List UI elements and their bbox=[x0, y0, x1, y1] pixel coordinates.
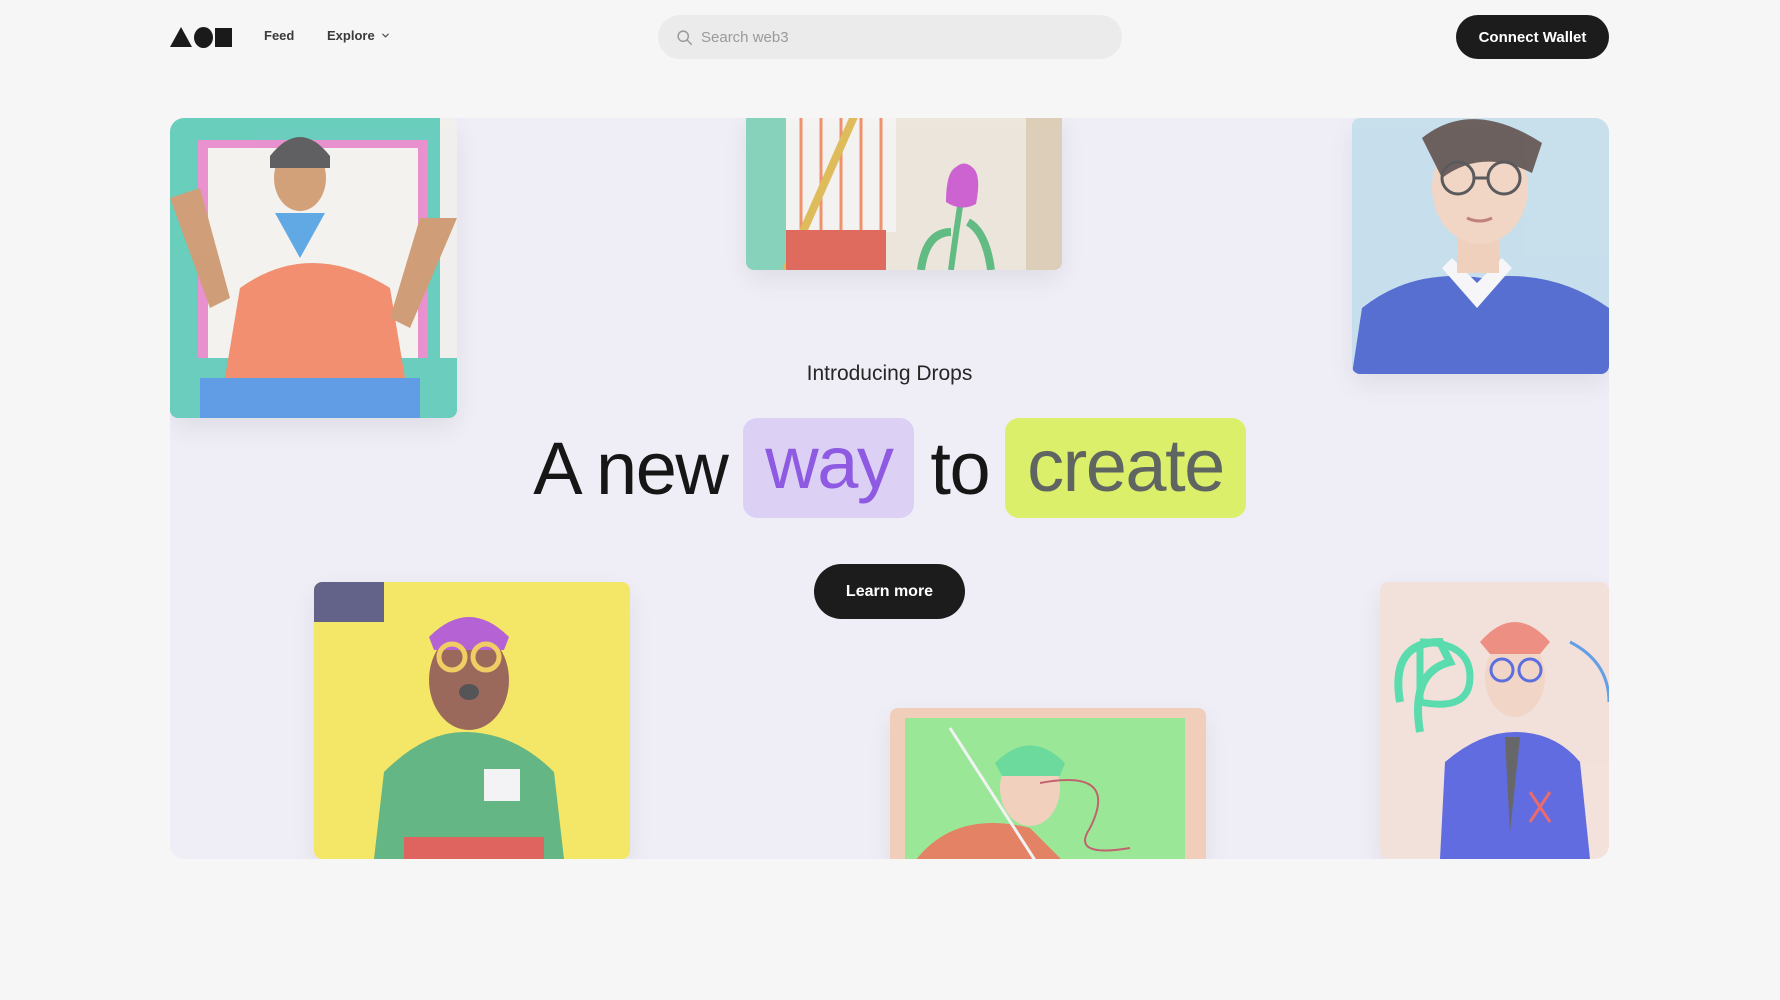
search-icon bbox=[677, 29, 693, 45]
hero-banner: Introducing Drops A new way to create Le… bbox=[170, 118, 1609, 859]
logo-icon[interactable] bbox=[170, 26, 232, 48]
search-input[interactable] bbox=[701, 28, 1101, 46]
search-bar[interactable] bbox=[658, 15, 1122, 59]
nav-explore-menu[interactable]: Explore bbox=[327, 28, 390, 43]
nav-feed-link[interactable]: Feed bbox=[264, 28, 294, 43]
artwork-card[interactable] bbox=[890, 708, 1206, 859]
artwork-image bbox=[746, 118, 1062, 270]
logo-triangle bbox=[170, 27, 192, 47]
artwork-card[interactable] bbox=[746, 118, 1062, 270]
headline-part-2: to bbox=[930, 426, 990, 510]
headline-part-1: A new bbox=[533, 426, 729, 510]
artwork-image bbox=[1352, 118, 1609, 374]
artwork-image bbox=[1380, 582, 1609, 859]
headline-highlight-way: way bbox=[743, 418, 915, 518]
artwork-card[interactable] bbox=[1380, 582, 1609, 859]
hero-subtitle: Introducing Drops bbox=[806, 362, 973, 385]
artwork-image bbox=[890, 708, 1206, 859]
chevron-down-icon bbox=[381, 33, 389, 38]
artwork-card[interactable] bbox=[314, 582, 630, 859]
learn-more-button[interactable]: Learn more bbox=[814, 564, 965, 619]
logo-square bbox=[214, 27, 232, 47]
hero-headline: A new way to create bbox=[170, 418, 1609, 518]
top-nav: Feed Explore Connect Wallet bbox=[0, 0, 1780, 74]
artwork-card[interactable] bbox=[1352, 118, 1609, 374]
logo-circle bbox=[194, 26, 213, 48]
nav-explore-label: Explore bbox=[327, 28, 375, 43]
artwork-image bbox=[314, 582, 630, 859]
headline-highlight-create: create bbox=[1005, 418, 1246, 518]
connect-wallet-button[interactable]: Connect Wallet bbox=[1456, 15, 1609, 59]
